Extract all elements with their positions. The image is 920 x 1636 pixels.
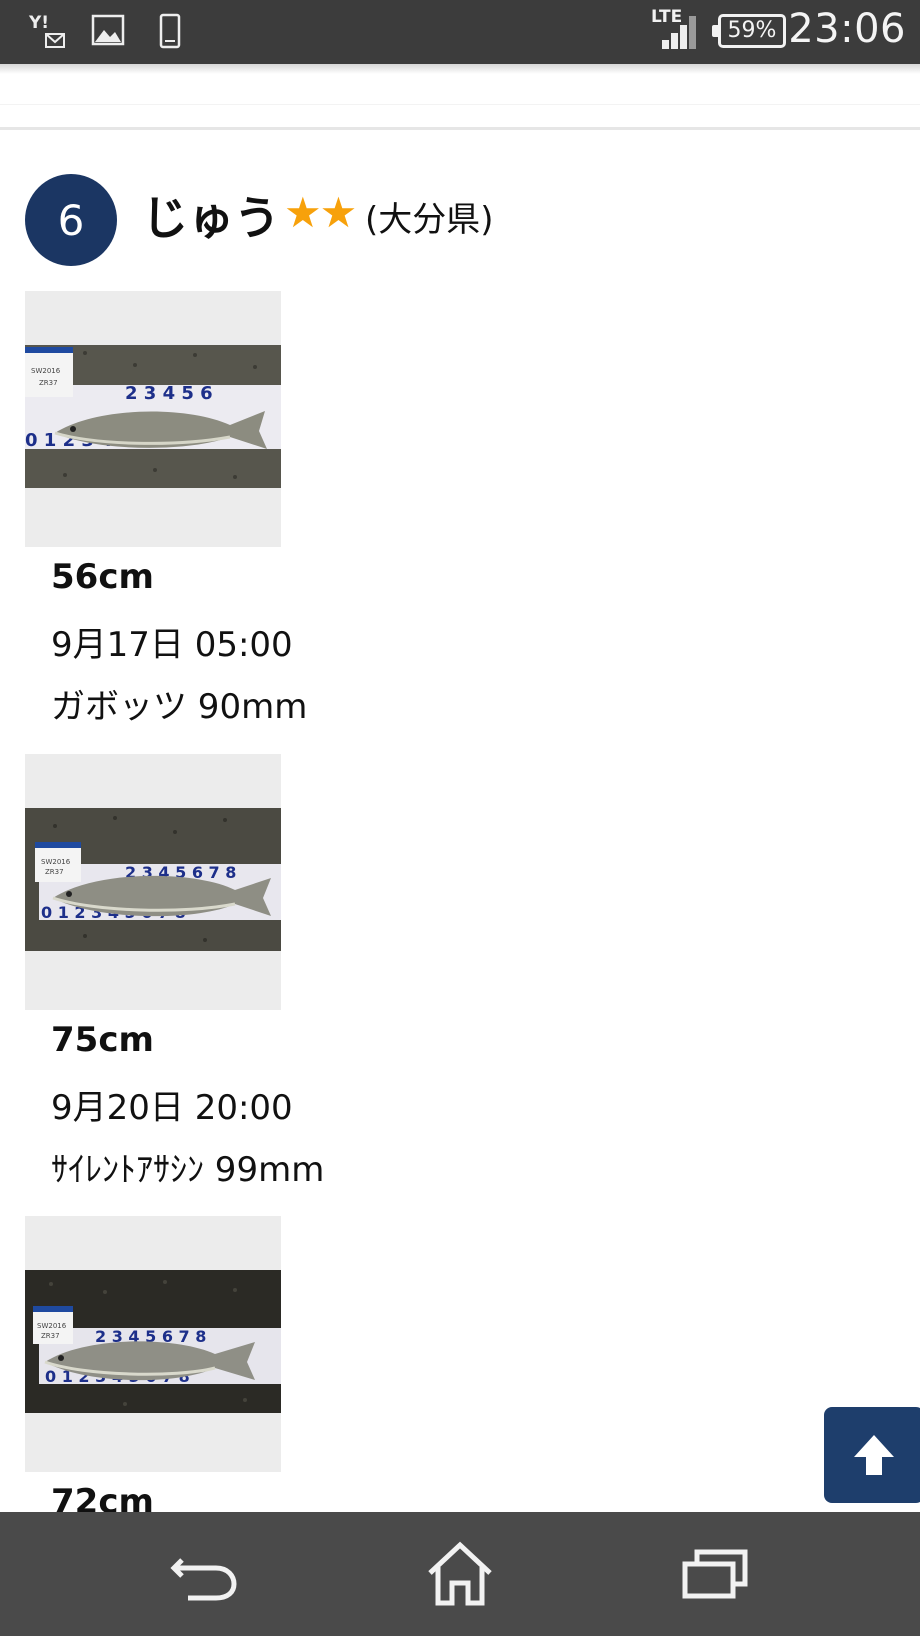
catch-size: 75cm xyxy=(51,1020,154,1060)
catch-date: 9月17日 05:00 xyxy=(51,625,293,665)
signal-icon xyxy=(660,14,700,54)
phone-icon xyxy=(156,12,184,54)
catch-size: 56cm xyxy=(51,557,154,597)
clock: 23:06 xyxy=(788,6,906,52)
svg-text:ZR37: ZR37 xyxy=(41,1332,60,1340)
catch-thumbnail[interactable]: SW2016 ZR37 2 3 4 5 6 7 8 0 1 2 3 4 5 6 … xyxy=(25,1216,281,1472)
user-name[interactable]: じゅう xyxy=(142,182,280,248)
gallery-icon xyxy=(90,12,126,52)
recent-apps-icon xyxy=(682,1549,748,1599)
catch-lure: ガボッツ 90mm xyxy=(51,687,308,727)
svg-text:ZR37: ZR37 xyxy=(45,868,64,876)
fish-photo: SW2016 ZR37 2 3 4 5 6 7 8 0 1 2 3 4 5 6 … xyxy=(25,1270,281,1413)
svg-text:SW2016: SW2016 xyxy=(41,858,71,866)
catch-thumbnail[interactable]: SW2016 ZR37 2 3 4 5 6 7 8 0 1 2 3 4 5 6 … xyxy=(25,754,281,1010)
home-button[interactable] xyxy=(420,1538,500,1610)
home-icon xyxy=(428,1541,492,1606)
svg-text:2 3 4 5 6: 2 3 4 5 6 xyxy=(125,383,213,404)
svg-text:SW2016: SW2016 xyxy=(31,367,61,375)
svg-text:ZR37: ZR37 xyxy=(39,379,58,387)
fish-photo: SW2016 ZR37 2 3 4 5 6 7 8 0 1 2 3 4 5 6 … xyxy=(25,808,281,951)
battery-icon: 59% xyxy=(712,14,786,48)
prefecture-label: (大分県) xyxy=(365,200,494,240)
svg-text:SW2016: SW2016 xyxy=(37,1322,67,1330)
arrow-up-icon xyxy=(854,1435,894,1475)
rank-badge: 6 xyxy=(25,174,117,266)
rating-stars: ★★ xyxy=(284,188,357,237)
catch-date: 9月20日 20:00 xyxy=(51,1088,293,1128)
recent-apps-button[interactable] xyxy=(675,1538,755,1610)
status-bar: Y! LTE 59% 23:06 xyxy=(0,0,920,64)
fish-photo: SW2016 ZR37 2 3 4 5 6 0 1 2 3 4 5 6 xyxy=(25,345,281,488)
catch-lure: ｻｲﾚﾝﾄｱｻｼﾝ 99mm xyxy=(51,1150,325,1190)
back-icon xyxy=(170,1558,237,1601)
catch-item[interactable]: SW2016 ZR37 2 3 4 5 6 0 1 2 3 4 5 6 56cm… xyxy=(25,291,625,727)
catch-item[interactable]: SW2016 ZR37 2 3 4 5 6 7 8 0 1 2 3 4 5 6 … xyxy=(25,1216,625,1522)
svg-text:Y!: Y! xyxy=(28,13,49,33)
back-button[interactable] xyxy=(166,1538,246,1610)
catch-item[interactable]: SW2016 ZR37 2 3 4 5 6 7 8 0 1 2 3 4 5 6 … xyxy=(25,754,625,1190)
scroll-to-top-button[interactable] xyxy=(824,1407,920,1503)
header-divider xyxy=(0,64,920,130)
yahoo-mail-icon: Y! xyxy=(28,12,68,56)
navigation-bar xyxy=(0,1512,920,1636)
screen: Y! LTE 59% 23:06 6 じゅう ★★ (大分県) SW2016 Z… xyxy=(0,0,920,1636)
catch-thumbnail[interactable]: SW2016 ZR37 2 3 4 5 6 0 1 2 3 4 5 6 xyxy=(25,291,281,547)
battery-percent: 59% xyxy=(727,18,777,43)
